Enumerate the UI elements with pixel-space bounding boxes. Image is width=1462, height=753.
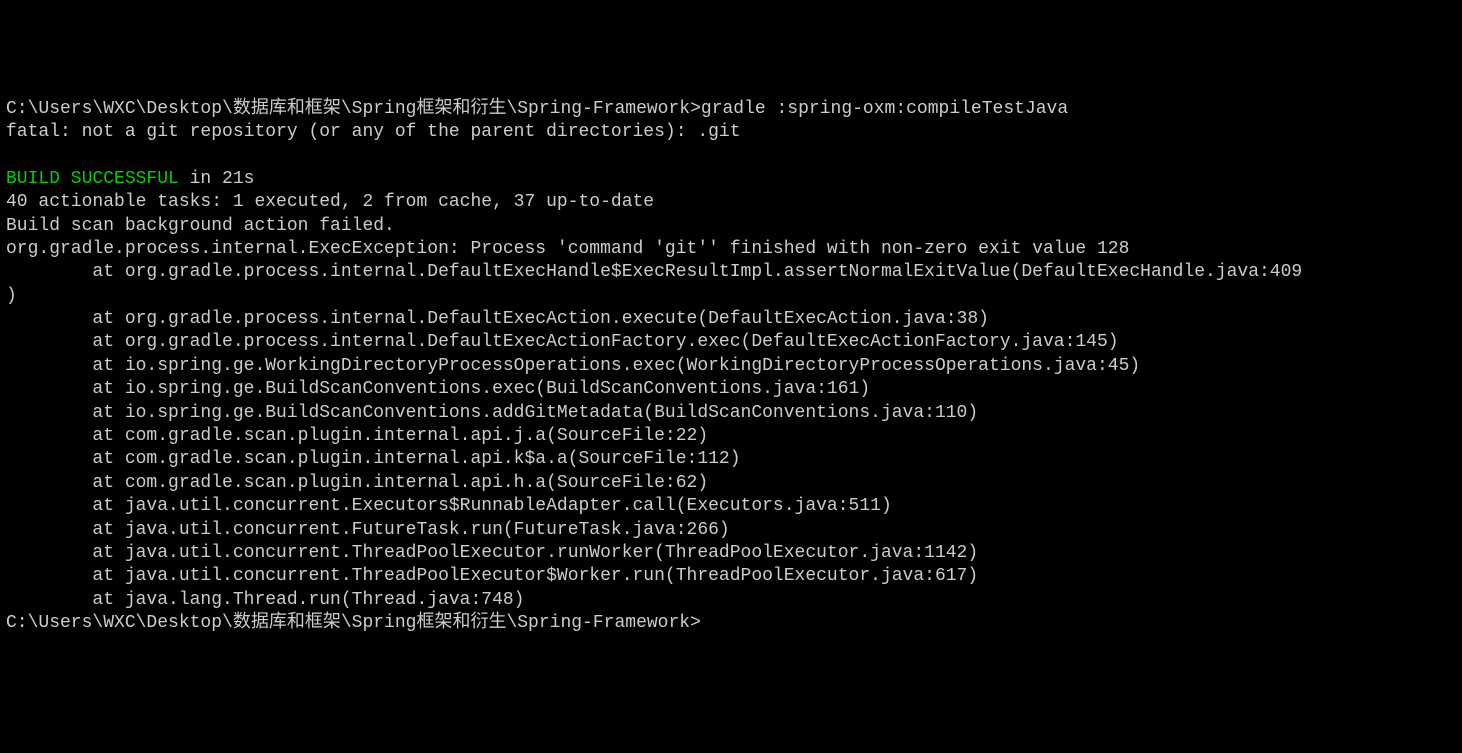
exception-line: org.gradle.process.internal.ExecExceptio… [6,238,1456,261]
stack-trace-line: at com.gradle.scan.plugin.internal.api.h… [6,472,1456,495]
build-success-text: BUILD SUCCESSFUL [6,169,179,189]
tasks-summary-line: 40 actionable tasks: 1 executed, 2 from … [6,191,1456,214]
blank-line [6,144,1456,167]
stack-trace-line: at com.gradle.scan.plugin.internal.api.j… [6,425,1456,448]
stack-trace-line: at org.gradle.process.internal.DefaultEx… [6,331,1456,354]
scan-failed-line: Build scan background action failed. [6,215,1456,238]
stack-trace-line: at java.util.concurrent.Executors$Runnab… [6,495,1456,518]
stack-trace-line: at org.gradle.process.internal.DefaultEx… [6,261,1456,284]
stack-trace-line: at org.gradle.process.internal.DefaultEx… [6,308,1456,331]
build-status-line: BUILD SUCCESSFUL in 21s [6,168,1456,191]
command-text: gradle :spring-oxm:compileTestJava [701,99,1068,119]
terminal-window[interactable]: C:\Users\WXC\Desktop\数据库和框架\Spring框架和衍生\… [6,98,1456,636]
command-line: C:\Users\WXC\Desktop\数据库和框架\Spring框架和衍生\… [6,98,1456,121]
git-error-line: fatal: not a git repository (or any of t… [6,121,1456,144]
stack-trace-line: at com.gradle.scan.plugin.internal.api.k… [6,448,1456,471]
build-time-text: in 21s [179,169,255,189]
stack-trace-line: at java.lang.Thread.run(Thread.java:748) [6,589,1456,612]
stack-trace-line: at java.util.concurrent.FutureTask.run(F… [6,519,1456,542]
final-prompt-line: C:\Users\WXC\Desktop\数据库和框架\Spring框架和衍生\… [6,612,1456,635]
stack-trace-line: at io.spring.ge.WorkingDirectoryProcessO… [6,355,1456,378]
prompt-path: C:\Users\WXC\Desktop\数据库和框架\Spring框架和衍生\… [6,99,701,119]
stack-trace-line: at java.util.concurrent.ThreadPoolExecut… [6,565,1456,588]
stack-trace-line: at java.util.concurrent.ThreadPoolExecut… [6,542,1456,565]
stack-trace-line: at io.spring.ge.BuildScanConventions.exe… [6,378,1456,401]
stack-trace-line: ) [6,285,1456,308]
stack-trace-line: at io.spring.ge.BuildScanConventions.add… [6,402,1456,425]
